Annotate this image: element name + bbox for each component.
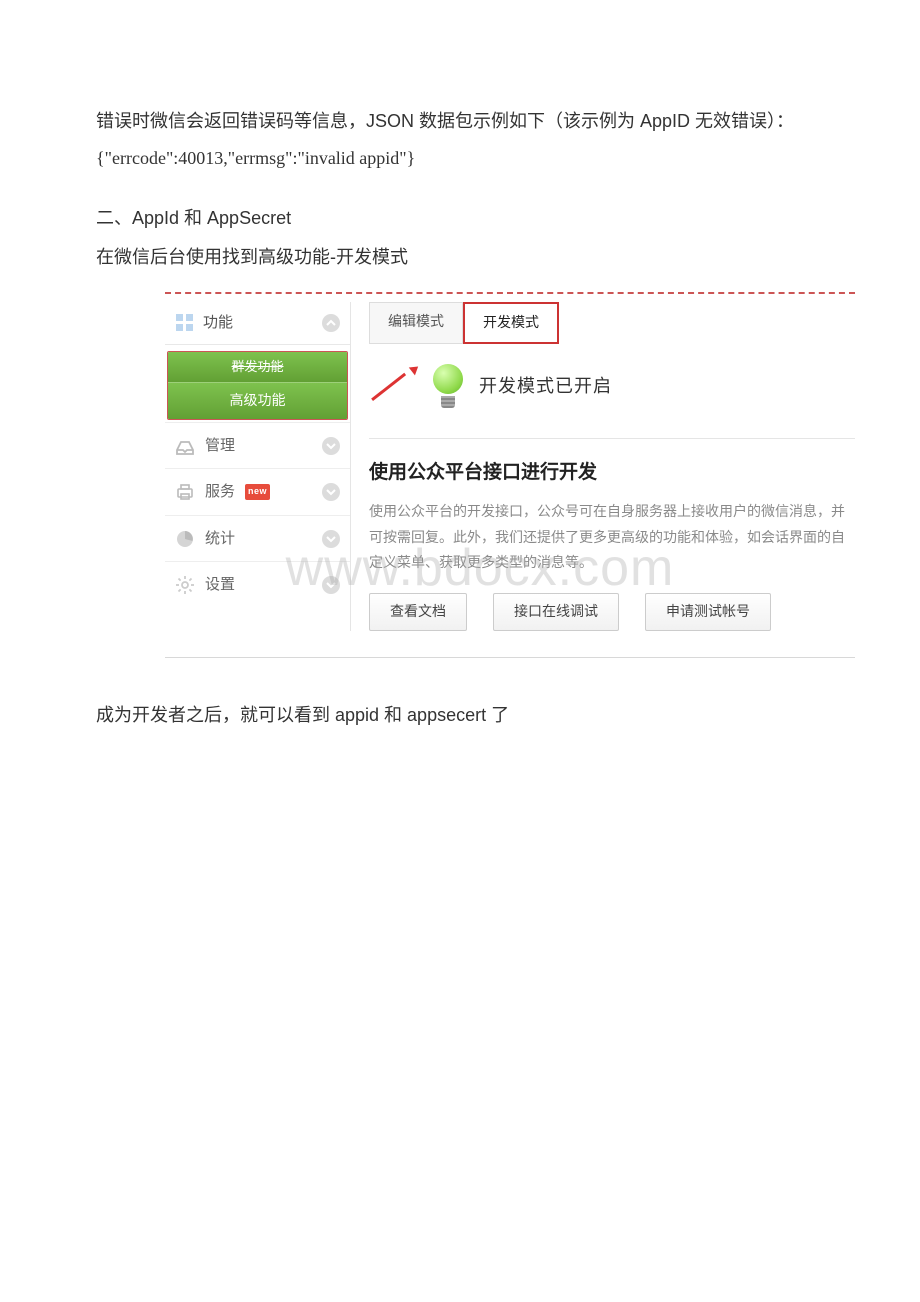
intro-paragraph-2: 在微信后台使用找到高级功能-开发模式 — [60, 242, 860, 273]
sidebar-function-label: 功能 — [203, 310, 233, 336]
sidebar-manage-label: 管理 — [205, 433, 235, 459]
sidebar-item-broadcast[interactable]: 群发功能 — [168, 352, 347, 383]
tab-edit-mode[interactable]: 编辑模式 — [369, 302, 463, 344]
wechat-admin-screenshot: 功能 群发功能 高级功能 管理 — [165, 292, 855, 657]
section-title: 二、AppId 和 AppSecret — [60, 203, 860, 234]
sidebar-settings-label: 设置 — [205, 572, 235, 598]
sidebar-section-stats[interactable]: 统计 — [165, 515, 350, 562]
sidebar-highlighted-group: 群发功能 高级功能 — [167, 351, 348, 420]
inbox-icon — [175, 436, 195, 456]
view-docs-button[interactable]: 查看文档 — [369, 593, 467, 631]
sidebar-section-settings[interactable]: 设置 — [165, 561, 350, 608]
post-paragraph: 成为开发者之后，就可以看到 appid 和 appsecert 了 — [60, 700, 860, 731]
online-debug-button[interactable]: 接口在线调试 — [493, 593, 619, 631]
dev-mode-status: 开发模式已开启 — [369, 364, 855, 408]
tab-dev-mode[interactable]: 开发模式 — [463, 302, 559, 344]
intro-paragraph-1: 错误时微信会返回错误码等信息，JSON 数据包示例如下（该示例为 AppID 无… — [60, 106, 860, 137]
dev-section-title: 使用公众平台接口进行开发 — [369, 457, 855, 489]
status-text: 开发模式已开启 — [479, 371, 612, 402]
json-error-sample: {"errcode":40013,"errmsg":"invalid appid… — [60, 143, 860, 174]
sidebar-service-label: 服务 — [205, 479, 235, 505]
main-content: 编辑模式 开发模式 开发模式已开启 使用公众平台接口进行开发 使用公众平台的开发… — [351, 302, 855, 630]
mode-tabs: 编辑模式 开发模式 — [369, 302, 855, 344]
sidebar-section-manage[interactable]: 管理 — [165, 422, 350, 469]
printer-icon — [175, 482, 195, 502]
piechart-icon — [175, 529, 195, 549]
sidebar-section-service[interactable]: 服务 new — [165, 468, 350, 515]
screenshot-bottom-rule — [165, 657, 855, 658]
grid-icon — [175, 313, 195, 333]
annotation-arrow-icon — [369, 367, 417, 405]
sidebar: 功能 群发功能 高级功能 管理 — [165, 302, 350, 630]
chevron-down-icon — [322, 530, 340, 548]
action-buttons: 查看文档 接口在线调试 申请测试帐号 — [369, 593, 855, 631]
request-test-account-button[interactable]: 申请测试帐号 — [645, 593, 771, 631]
dev-section-description: 使用公众平台的开发接口，公众号可在自身服务器上接收用户的微信消息，并可按需回复。… — [369, 499, 855, 575]
sidebar-item-advanced[interactable]: 高级功能 — [168, 383, 347, 419]
sidebar-section-function[interactable]: 功能 — [165, 302, 350, 345]
horizontal-divider — [369, 438, 855, 439]
new-badge: new — [245, 484, 270, 499]
chevron-down-icon — [322, 483, 340, 501]
lightbulb-icon — [431, 364, 465, 408]
chevron-up-icon — [322, 314, 340, 332]
chevron-down-icon — [322, 437, 340, 455]
sidebar-stats-label: 统计 — [205, 526, 235, 552]
chevron-down-icon — [322, 576, 340, 594]
gear-icon — [175, 575, 195, 595]
